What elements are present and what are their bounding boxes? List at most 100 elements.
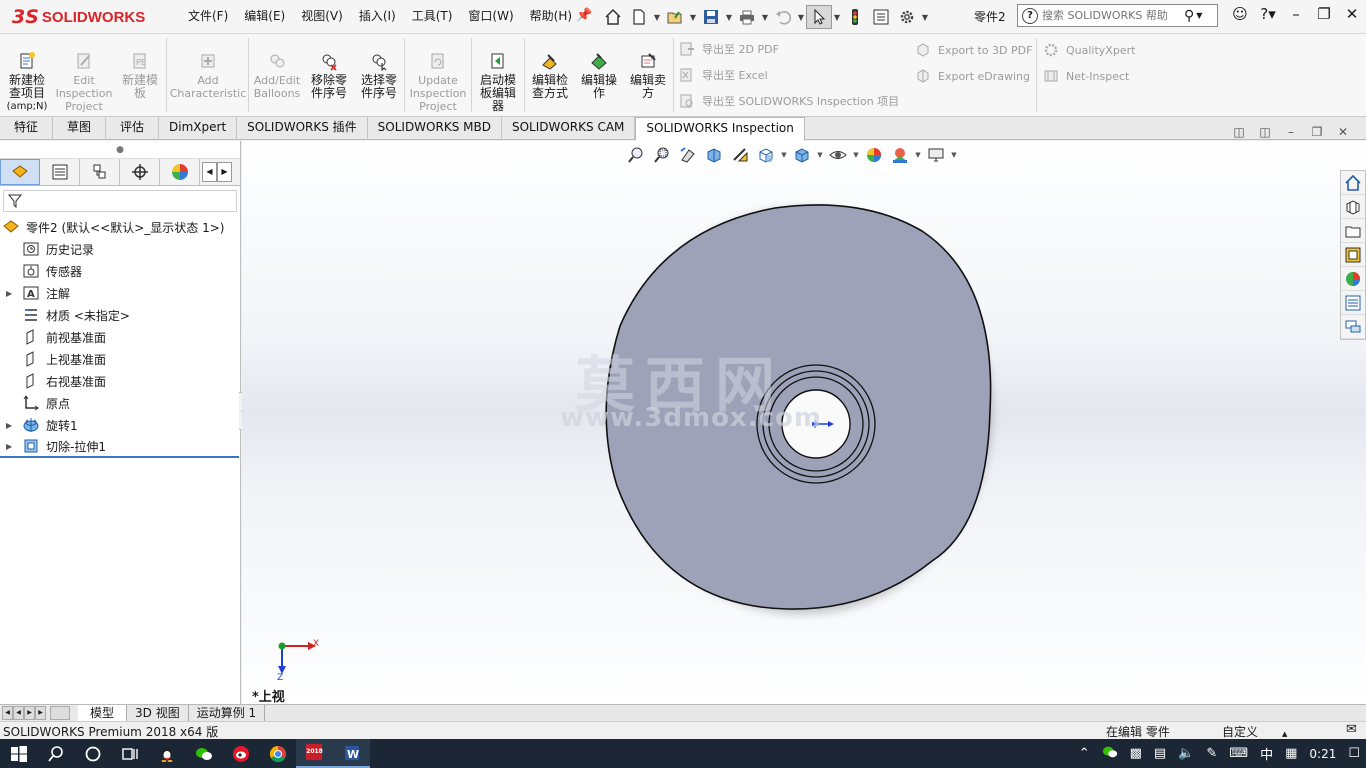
first-tab-icon[interactable]: ◀ [2, 706, 13, 720]
doc-minimize-icon[interactable]: – [1278, 125, 1304, 139]
tree-root-part[interactable]: 零件2 (默认<<默认>_显示状态 1>) [0, 216, 239, 238]
expand-arrow-icon[interactable]: ▶ [6, 289, 16, 298]
options-dropdown-arrow[interactable]: ▼ [920, 13, 930, 22]
task-pane-custom-properties-tab[interactable] [1341, 291, 1365, 315]
tab-motion-study-1[interactable]: 运动算例 1 [189, 705, 266, 721]
select-dropdown-arrow[interactable]: ▼ [832, 13, 842, 22]
tray-keyboard-icon[interactable]: ⌨ [1223, 746, 1254, 761]
help-search-box[interactable]: ? ⚲ ▼ [1017, 4, 1218, 27]
help-search-input[interactable] [1042, 9, 1182, 22]
doc-close-icon[interactable]: ✕ [1330, 125, 1356, 139]
minimize-window-icon[interactable]: – [1282, 5, 1310, 23]
tree-filter-box[interactable] [3, 190, 237, 212]
taskbar-weibo-app[interactable] [222, 739, 259, 768]
edit-inspection-method-button[interactable]: 编辑检 查方式 [527, 50, 573, 100]
dimxpert-manager-tab[interactable] [120, 159, 160, 185]
next-tab-icon[interactable]: ▶ [24, 706, 35, 720]
search-dropdown-arrow[interactable]: ▼ [1196, 11, 1202, 20]
task-pane-resources-tab[interactable] [1341, 171, 1365, 195]
save-dropdown-arrow[interactable]: ▼ [724, 13, 734, 22]
new-inspection-project-button[interactable]: 新建检 查项目 (amp;N) [6, 50, 48, 113]
taskbar-word-app[interactable]: W [333, 739, 370, 768]
last-tab-icon[interactable]: ▶ [35, 706, 46, 720]
tab-solidworks-mbd[interactable]: SOLIDWORKS MBD [368, 117, 502, 140]
edit-vendor-button[interactable]: 编辑卖 方 [625, 50, 671, 100]
file-properties-button[interactable] [868, 5, 894, 29]
graphics-area[interactable]: ▼ ▼ ▼ ▼ ▼ 莫西网 www.3dmox.com X Z *上视 [242, 141, 1366, 704]
taskbar-chrome-app[interactable] [259, 739, 296, 768]
tray-pen-icon[interactable]: ✎ [1200, 746, 1223, 761]
tab-solidworks-inspection[interactable]: SOLIDWORKS Inspection [635, 117, 805, 141]
export-sw-inspection-project-button[interactable]: 导出至 SOLIDWORKS Inspection 项目 [679, 93, 899, 109]
tray-wechat-icon[interactable] [1096, 744, 1124, 764]
collapse-right-icon[interactable]: ◫ [1252, 125, 1278, 139]
tray-volume-icon[interactable]: 🔈 [1172, 746, 1200, 761]
feature-tree-tab[interactable] [0, 159, 40, 185]
tree-item-sensors[interactable]: 传感器 [0, 260, 239, 282]
export-3d-pdf-button[interactable]: Export to 3D PDF [915, 42, 1032, 58]
solidworks-logo[interactable]: 3S SOLIDWORKS [12, 5, 145, 29]
open-button[interactable] [662, 5, 688, 29]
tab-features[interactable]: 特征 [0, 117, 54, 140]
collapse-left-icon[interactable]: ◫ [1226, 125, 1252, 139]
expand-arrow-icon[interactable]: ▶ [6, 442, 16, 451]
taskbar-solidworks-app[interactable]: 2018 [296, 739, 333, 768]
doc-restore-icon[interactable]: ❐ [1304, 125, 1330, 139]
task-pane-design-library-tab[interactable] [1341, 195, 1365, 219]
quick-tips-icon[interactable]: ✉ [1346, 722, 1357, 737]
expand-arrow-icon[interactable]: ▶ [6, 421, 16, 430]
open-dropdown-arrow[interactable]: ▼ [688, 13, 698, 22]
add-edit-balloons-button[interactable]: Add/Edit Balloons [253, 50, 301, 100]
net-inspect-button[interactable]: Net-Inspect [1043, 68, 1129, 84]
menu-file[interactable]: 文件(F) [180, 7, 236, 25]
property-manager-tab[interactable] [40, 159, 80, 185]
rebuild-button[interactable] [842, 5, 868, 29]
tray-overflow-icon[interactable]: ⌃ [1073, 746, 1096, 761]
options-button[interactable] [894, 5, 920, 29]
taskbar-clock[interactable]: 0:21 [1303, 747, 1342, 761]
pin-menu-icon[interactable]: 📌 [576, 8, 592, 23]
task-pane-file-explorer-tab[interactable] [1341, 219, 1365, 243]
panel-resize-handle[interactable]: ● [0, 141, 240, 159]
tree-item-annotations[interactable]: ▶ A 注解 [0, 282, 239, 304]
menu-tools[interactable]: 工具(T) [404, 7, 461, 25]
tab-3d-views[interactable]: 3D 视图 [127, 705, 189, 721]
undo-button[interactable] [770, 5, 796, 29]
menu-edit[interactable]: 编辑(E) [236, 7, 293, 25]
export-2d-pdf-button[interactable]: 导出至 2D PDF [679, 41, 779, 57]
taskbar-qq-app[interactable] [148, 739, 185, 768]
tree-item-revolve1[interactable]: ▶ 旋转1 [0, 414, 239, 436]
search-button[interactable] [37, 739, 74, 768]
tree-item-front-plane[interactable]: 前视基准面 [0, 326, 239, 348]
tab-evaluate[interactable]: 评估 [106, 117, 160, 140]
cortana-button[interactable] [74, 739, 111, 768]
edit-inspection-project-button[interactable]: Edit Inspection Project [56, 50, 112, 113]
tab-solidworks-cam[interactable]: SOLIDWORKS CAM [502, 117, 636, 140]
select-button[interactable] [806, 5, 832, 29]
configuration-manager-tab[interactable] [80, 159, 120, 185]
display-manager-tab[interactable] [160, 159, 200, 185]
tree-item-material[interactable]: 材质 <未指定> [0, 304, 239, 326]
tree-item-origin[interactable]: 原点 [0, 392, 239, 414]
user-account-icon[interactable]: ☺ [1226, 5, 1254, 23]
update-inspection-project-button[interactable]: Update Inspection Project [408, 50, 468, 113]
qualityxpert-button[interactable]: QualityXpert [1043, 42, 1135, 58]
tab-solidworks-addins[interactable]: SOLIDWORKS 插件 [237, 117, 368, 140]
tree-item-right-plane[interactable]: 右视基准面 [0, 370, 239, 392]
units-selector[interactable]: 自定义 ▲ [1222, 723, 1287, 740]
close-window-icon[interactable]: ✕ [1338, 5, 1366, 23]
help-menu-icon[interactable]: ?▾ [1254, 5, 1282, 23]
new-template-button[interactable]: PE 新建模 板 [118, 50, 162, 100]
taskbar-wechat-app[interactable] [185, 739, 222, 768]
tab-model[interactable]: 模型 [78, 705, 128, 721]
menu-help[interactable]: 帮助(H) [522, 7, 580, 25]
task-pane-forum-tab[interactable] [1341, 315, 1365, 339]
export-excel-button[interactable]: 导出至 Excel [679, 67, 768, 83]
new-dropdown-arrow[interactable]: ▼ [652, 13, 662, 22]
tray-ime-grid-icon[interactable]: ▦ [1279, 746, 1303, 761]
menu-insert[interactable]: 插入(I) [351, 7, 404, 25]
print-dropdown-arrow[interactable]: ▼ [760, 13, 770, 22]
prev-tab-icon[interactable]: ◀ [13, 706, 24, 720]
restore-window-icon[interactable]: ❐ [1310, 5, 1338, 23]
task-pane-view-palette-tab[interactable] [1341, 243, 1365, 267]
